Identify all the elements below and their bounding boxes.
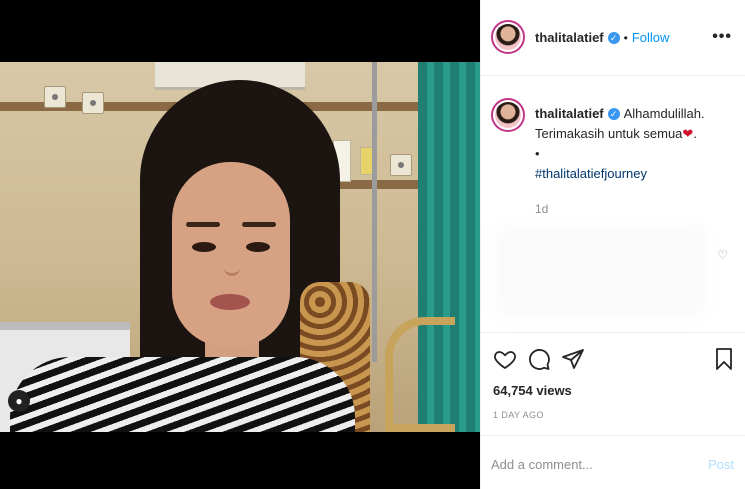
more-options-icon[interactable]: •••: [712, 28, 732, 46]
avatar[interactable]: [491, 20, 525, 54]
action-icons: [493, 347, 585, 371]
separator-dot: •: [623, 30, 628, 45]
caption-section: thalitalatief ✓ Alhamdulillah. Terimakas…: [481, 76, 745, 332]
share-icon[interactable]: [561, 347, 585, 371]
avatar-image: [495, 24, 521, 50]
post-sidebar: thalitalatief ✓ • Follow ••• thalitalati…: [480, 0, 745, 489]
view-count[interactable]: 64,754 views: [493, 383, 572, 398]
post-video[interactable]: ●: [0, 0, 480, 489]
verified-badge-icon: ✓: [607, 108, 620, 120]
caption-username[interactable]: thalitalatief: [535, 104, 604, 124]
follow-button[interactable]: Follow: [632, 30, 670, 45]
post-header: thalitalatief ✓ • Follow •••: [481, 0, 745, 76]
caption-avatar[interactable]: [491, 98, 525, 132]
comment-box: Post: [481, 436, 745, 489]
bookmark-icon[interactable]: [712, 347, 736, 371]
caption-line-2: Terimakasih untuk semua: [535, 126, 683, 141]
caption-line-1: Alhamdulillah.: [623, 106, 705, 121]
post-date: 1 DAY AGO: [493, 410, 544, 420]
wall-socket: [390, 154, 412, 176]
user-tag-icon[interactable]: ●: [8, 390, 30, 412]
comment-icon[interactable]: [527, 347, 551, 371]
mouth: [210, 294, 250, 310]
video-frame[interactable]: [0, 62, 480, 432]
caption-timestamp: 1d: [535, 202, 549, 216]
wall-socket: [82, 92, 104, 114]
red-heart-emoji: ❤: [682, 126, 694, 141]
verified-badge-icon: ✓: [607, 31, 620, 44]
comment-input[interactable]: [491, 454, 681, 474]
eyebrow: [242, 222, 276, 227]
heart-icon[interactable]: [493, 347, 517, 371]
nose: [224, 254, 240, 276]
person-face: [172, 162, 290, 347]
action-bar: 64,754 views 1 DAY AGO: [481, 332, 745, 436]
eye: [246, 242, 270, 252]
blurred-comment: [496, 226, 706, 316]
caption-text: thalitalatief ✓ Alhamdulillah. Terimakas…: [535, 104, 735, 184]
wall-socket: [44, 86, 66, 108]
post-comment-button[interactable]: Post: [708, 457, 734, 472]
comment-like-icon[interactable]: ♡: [717, 248, 728, 262]
striped-shirt: [10, 357, 355, 432]
username-link[interactable]: thalitalatief: [535, 30, 604, 45]
caption-line-2-end: .: [693, 126, 697, 141]
eyebrow: [186, 222, 220, 227]
iv-pole: [372, 62, 377, 362]
caption-bullet: •: [535, 146, 540, 161]
avatar-image: [495, 102, 521, 128]
bed-rail: [385, 317, 455, 432]
eye: [192, 242, 216, 252]
hashtag-link[interactable]: #thalitalatiefjourney: [535, 164, 735, 184]
header-user: thalitalatief ✓ • Follow: [535, 30, 669, 45]
